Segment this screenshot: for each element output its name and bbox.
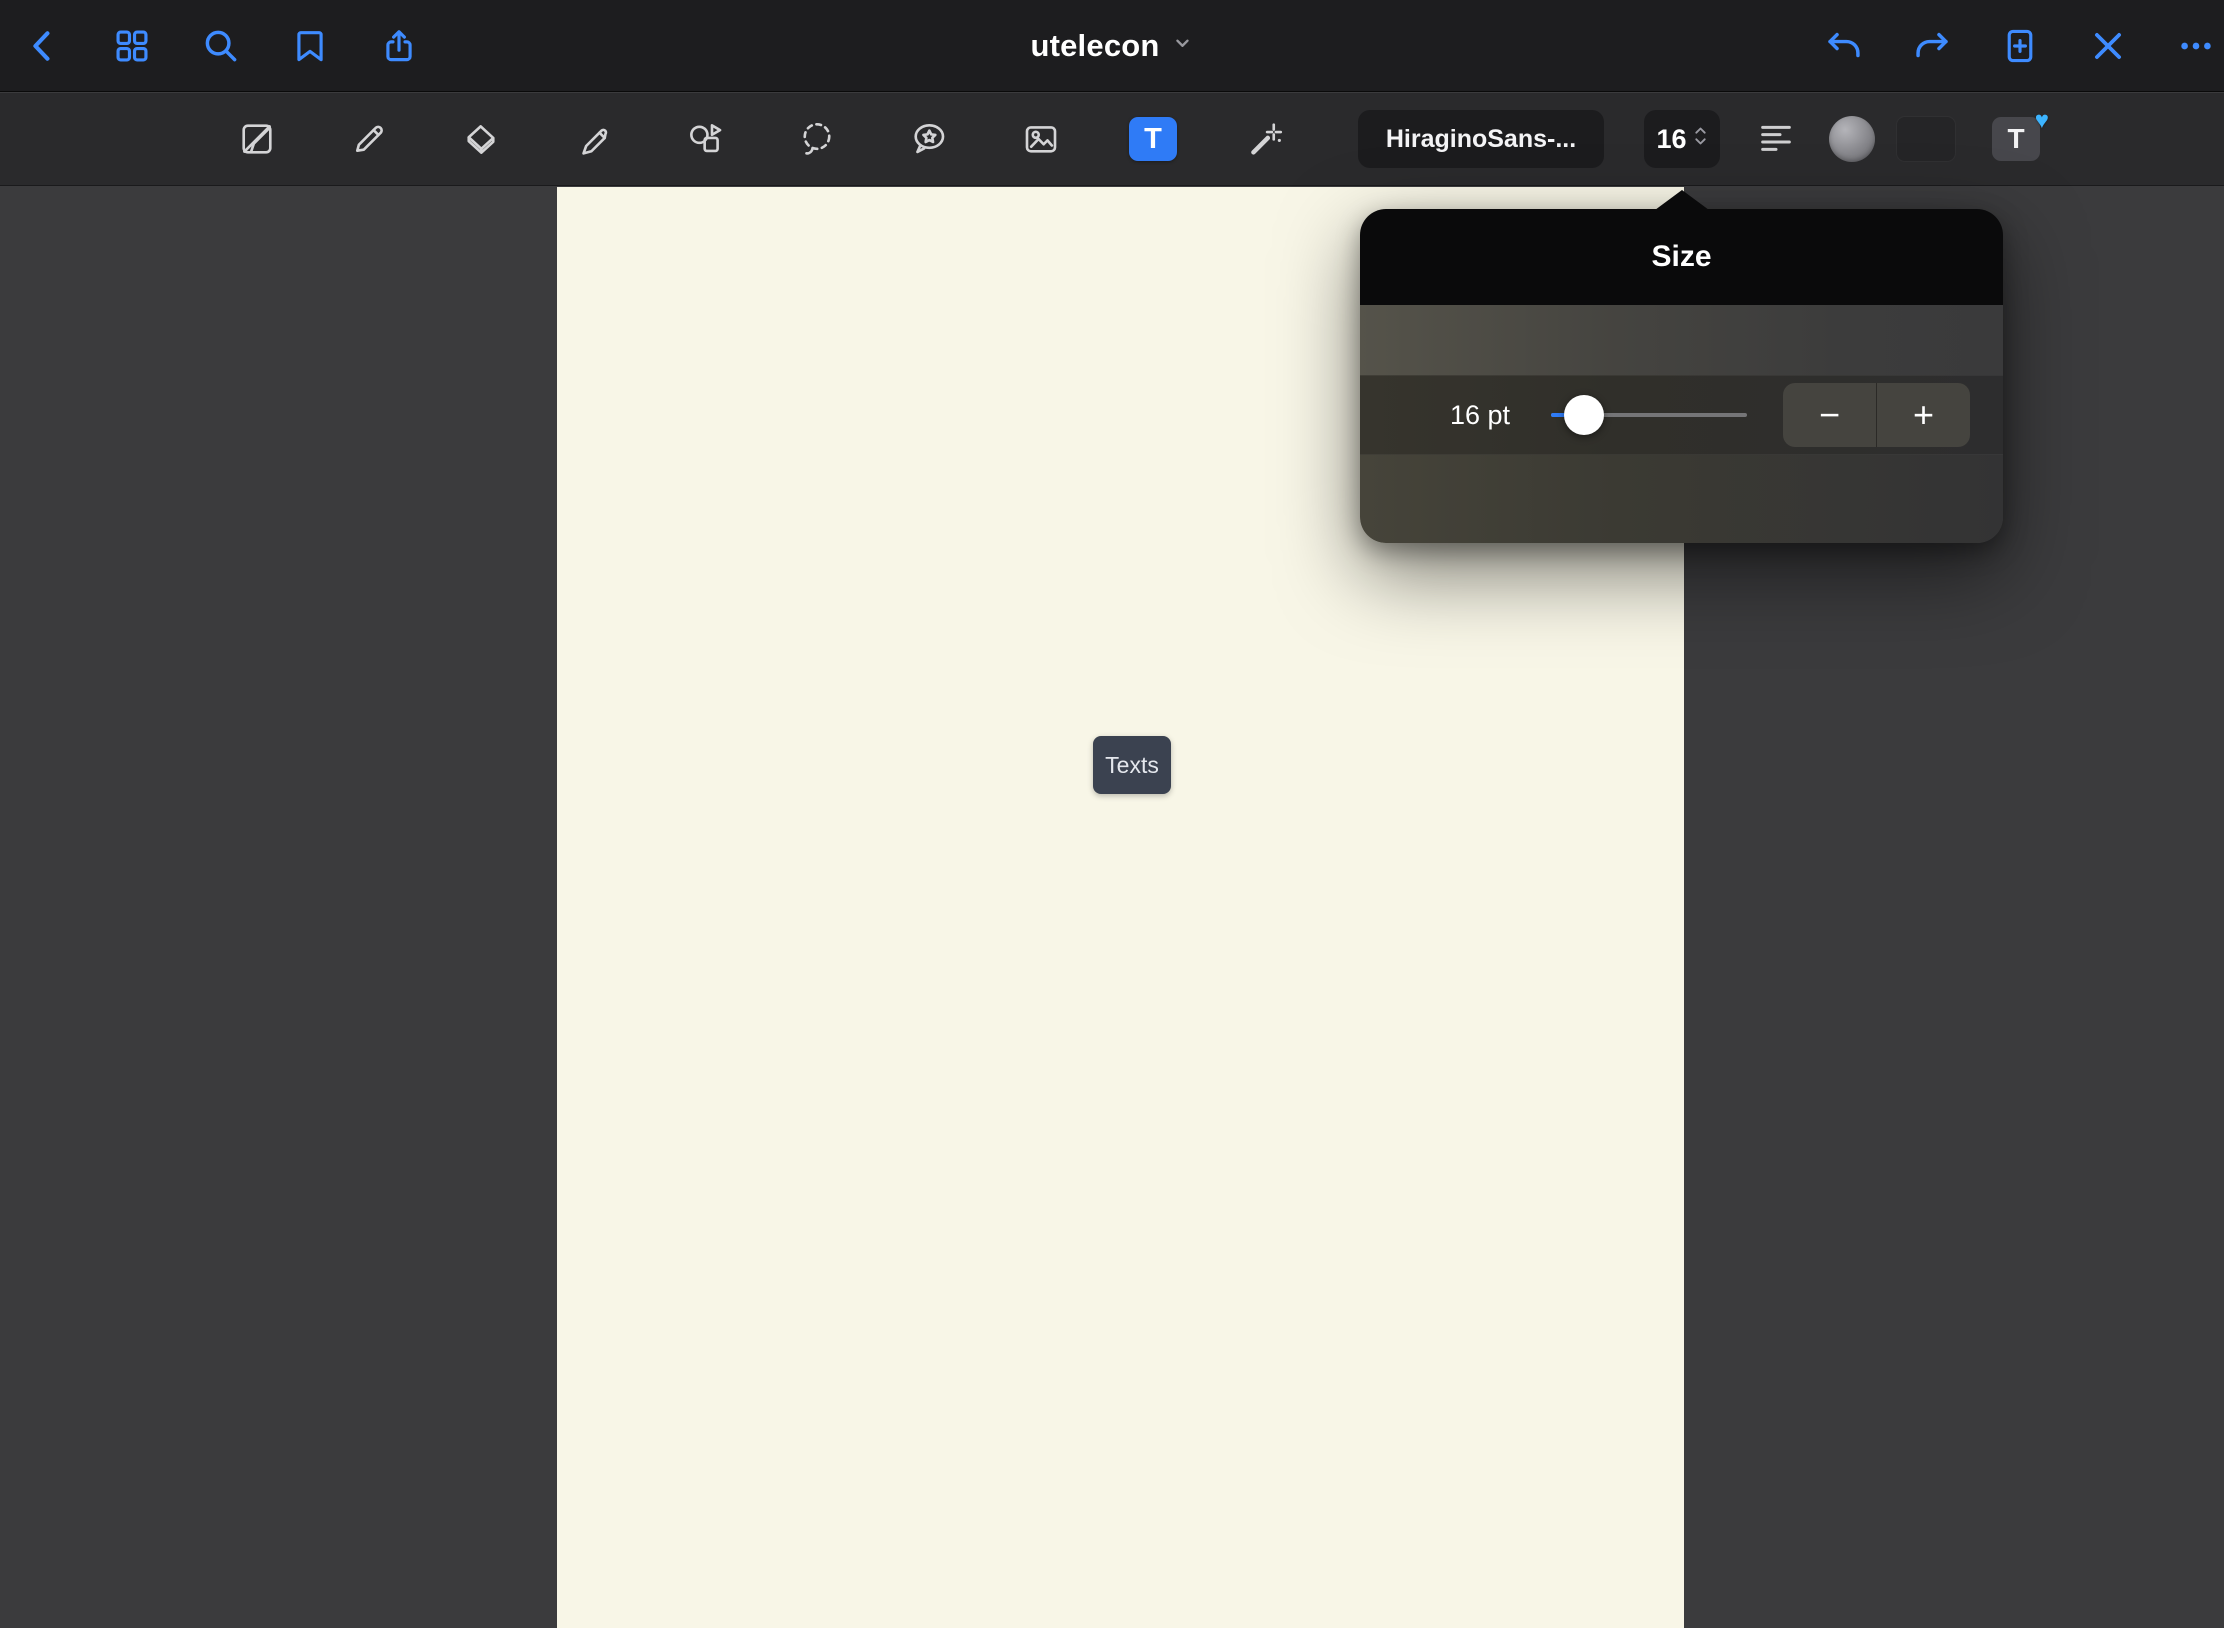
document-title-button[interactable]: utelecon	[1030, 0, 1193, 91]
text-format-controls: HiraginoSans-... 16 T ♥	[1358, 93, 2224, 185]
font-size-button[interactable]: 16	[1644, 110, 1720, 168]
size-slider-thumb[interactable]	[1564, 395, 1604, 435]
document-title: utelecon	[1030, 28, 1159, 64]
tool-laser-pointer[interactable]	[1233, 107, 1297, 171]
eraser-icon	[460, 118, 502, 160]
popover-lower-band	[1360, 455, 2003, 543]
font-button[interactable]: HiraginoSans-...	[1358, 110, 1604, 168]
bookmark-icon	[291, 27, 329, 65]
shapes-icon	[684, 118, 726, 160]
size-decrease-button[interactable]: −	[1783, 383, 1876, 447]
share-button[interactable]	[371, 18, 427, 74]
pen-icon	[348, 118, 390, 160]
close-button[interactable]	[2080, 18, 2136, 74]
font-size-value: 16	[1656, 124, 1686, 155]
lasso-icon	[796, 118, 838, 160]
text-color-button[interactable]	[1829, 116, 1875, 162]
pages-overview-button[interactable]	[104, 18, 160, 74]
tool-read-mode[interactable]	[225, 107, 289, 171]
back-button[interactable]	[15, 18, 71, 74]
popover-arrow	[1655, 190, 1709, 210]
add-page-icon	[2001, 27, 2039, 65]
popover-header: Size	[1360, 209, 2003, 305]
align-left-icon	[1756, 118, 1796, 161]
text-tool-icon: T	[1129, 117, 1177, 161]
size-slider[interactable]	[1551, 395, 1747, 435]
tool-image[interactable]	[1009, 107, 1073, 171]
text-align-button[interactable]	[1748, 111, 1804, 167]
popover-upper-band	[1360, 305, 2003, 375]
undo-icon	[1825, 27, 1863, 65]
size-stepper: − +	[1783, 383, 1970, 447]
size-increase-button[interactable]: +	[1877, 383, 1970, 447]
image-icon	[1020, 118, 1062, 160]
read-mode-icon	[236, 118, 278, 160]
top-navigation-bar: utelecon	[0, 0, 2224, 92]
tool-eraser[interactable]	[449, 107, 513, 171]
close-icon	[2089, 27, 2127, 65]
redo-button[interactable]	[1904, 18, 1960, 74]
size-slider-row: 16 pt − +	[1360, 375, 2003, 455]
tool-elements[interactable]	[897, 107, 961, 171]
undo-button[interactable]	[1816, 18, 1872, 74]
popover-title: Size	[1651, 240, 1711, 274]
tools-toolbar: T HiraginoSans-... 16	[0, 93, 2224, 186]
favorite-text-style-button[interactable]: T ♥	[1992, 117, 2040, 161]
notes-app-window: utelecon	[0, 0, 2224, 1628]
title-chevron-down-icon	[1172, 32, 1194, 59]
size-popover: Size 16 pt − +	[1360, 209, 2003, 543]
laser-pointer-icon	[1244, 118, 1286, 160]
selected-text-object[interactable]: Texts	[1093, 736, 1171, 794]
tool-pen[interactable]	[337, 107, 401, 171]
back-chevron-icon	[24, 27, 62, 65]
sticker-star-balloon-icon	[908, 118, 950, 160]
topbar-left-group	[15, 0, 427, 91]
heart-icon: ♥	[2035, 107, 2049, 135]
tool-shapes[interactable]	[673, 107, 737, 171]
chevron-up-down-icon	[1693, 124, 1708, 155]
highlighter-icon	[572, 118, 614, 160]
tool-highlighter[interactable]	[561, 107, 625, 171]
text-style-glyph: T	[2007, 123, 2024, 155]
text-tool-glyph: T	[1144, 123, 1162, 156]
topbar-right-group	[1816, 0, 2224, 91]
redo-icon	[1913, 27, 1951, 65]
tool-text[interactable]: T	[1121, 107, 1185, 171]
grid-icon	[113, 27, 151, 65]
tool-lasso[interactable]	[785, 107, 849, 171]
bookmarks-button[interactable]	[282, 18, 338, 74]
add-page-button[interactable]	[1992, 18, 2048, 74]
current-size-label: 16 pt	[1360, 400, 1510, 431]
search-icon	[202, 27, 240, 65]
search-button[interactable]	[193, 18, 249, 74]
share-icon	[380, 27, 418, 65]
ellipsis-icon	[2177, 27, 2215, 65]
more-button[interactable]	[2168, 18, 2224, 74]
background-color-swatch[interactable]	[1896, 116, 1956, 162]
font-button-label: HiraginoSans-...	[1386, 125, 1576, 154]
tool-buttons-group: T	[225, 93, 1297, 185]
